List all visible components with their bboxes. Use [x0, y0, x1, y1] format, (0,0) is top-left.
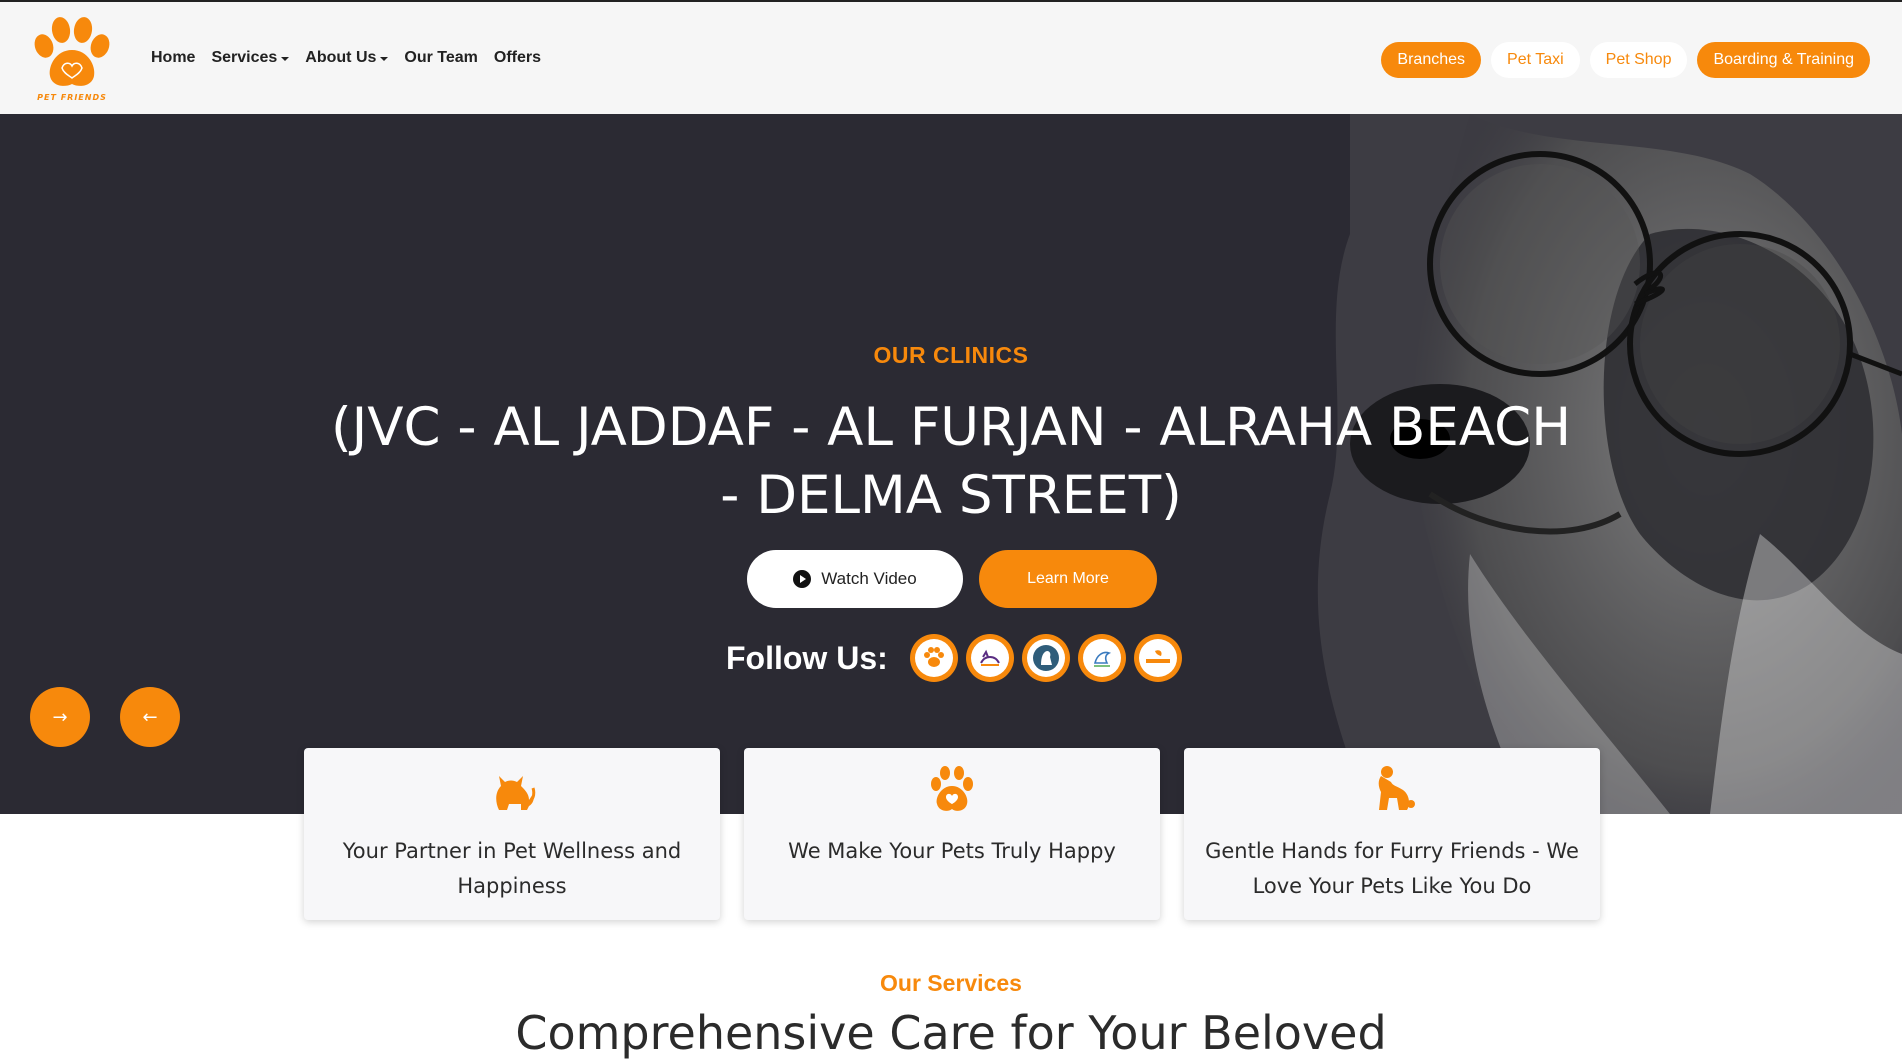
nav-about-us[interactable]: About Us: [305, 49, 389, 67]
nav-home-label: Home: [151, 49, 196, 66]
next-slide-button[interactable]: →: [30, 687, 90, 747]
cat-logo-icon: [979, 649, 1000, 666]
chevron-down-icon: [281, 57, 290, 61]
social-link-bird-clinic[interactable]: [1077, 634, 1126, 682]
nav-services[interactable]: Services: [211, 49, 290, 67]
arrow-left-icon: ←: [142, 706, 158, 728]
hero-title: (JVC - AL JADDAF - AL FURJAN - ALRAHA BE…: [330, 397, 1572, 526]
pet-taxi-button[interactable]: Pet Taxi: [1491, 42, 1580, 78]
main-nav: Home Services About Us Our Team Offers: [151, 49, 541, 67]
social-link-liberty[interactable]: [1133, 634, 1182, 682]
hero-kicker: OUR CLINICS: [873, 342, 1029, 368]
pet-shop-button[interactable]: Pet Shop: [1589, 42, 1688, 78]
paw-logo-icon: [34, 17, 110, 86]
nav-our-team-label: Our Team: [404, 49, 478, 66]
nav-offers-label: Offers: [493, 49, 542, 66]
hero-slider: OUR CLINICS (JVC - AL JADDAF - AL FURJAN…: [0, 114, 1902, 814]
nav-offers[interactable]: Offers: [494, 49, 541, 67]
boarding-training-button[interactable]: Boarding & Training: [1697, 42, 1870, 78]
play-icon: [793, 570, 812, 588]
bird-logo-icon: [1093, 651, 1111, 667]
social-link-cat-clinic[interactable]: [965, 634, 1014, 682]
feature-card: Your Partner in Pet Wellness and Happine…: [304, 748, 720, 920]
paw-heart-icon: [931, 766, 973, 811]
social-link-pet-friends[interactable]: [909, 634, 958, 682]
feature-card-text: Your Partner in Pet Wellness and Happine…: [342, 839, 682, 898]
quick-links: Branches Pet Taxi Pet Shop Boarding & Tr…: [1381, 42, 1870, 78]
arrow-right-icon: →: [52, 706, 68, 728]
watch-video-button[interactable]: Watch Video: [747, 550, 963, 608]
follow-us-label: Follow Us:: [726, 639, 888, 676]
feature-card: We Make Your Pets Truly Happy: [744, 748, 1160, 920]
prev-slide-button[interactable]: ←: [120, 687, 180, 747]
dog-logo-icon: [1032, 645, 1059, 671]
branches-button[interactable]: Branches: [1381, 42, 1482, 78]
social-link-dog-clinic[interactable]: [1021, 634, 1070, 682]
dog-icon: [1378, 766, 1415, 810]
feature-card: Gentle Hands for Furry Friends - We Love…: [1184, 748, 1600, 920]
nav-about-us-label: About Us: [305, 49, 377, 66]
services-kicker: Our Services: [880, 970, 1022, 996]
learn-more-button[interactable]: Learn More: [979, 550, 1157, 608]
feature-cards: Your Partner in Pet Wellness and Happine…: [304, 748, 1600, 920]
follow-us: Follow Us:: [726, 634, 1182, 682]
watch-video-label: Watch Video: [821, 569, 917, 588]
chevron-down-icon: [380, 57, 389, 61]
logo-text: PET FRIENDS: [37, 93, 107, 102]
nav-our-team[interactable]: Our Team: [404, 49, 478, 67]
nav-home[interactable]: Home: [151, 49, 195, 67]
services-heading: Comprehensive Care for Your Beloved: [515, 1006, 1387, 1060]
cat-icon: [496, 776, 536, 810]
nav-services-label: Services: [211, 49, 278, 66]
liberty-logo-icon: [1145, 650, 1170, 663]
logo[interactable]: PET FRIENDS: [30, 16, 114, 102]
navbar: PET FRIENDS Home Services About Us Our T…: [0, 2, 1902, 114]
feature-card-text: We Make Your Pets Truly Happy: [788, 839, 1116, 863]
paw-icon: [923, 647, 944, 667]
feature-card-text: Gentle Hands for Furry Friends - We Love…: [1205, 839, 1579, 898]
